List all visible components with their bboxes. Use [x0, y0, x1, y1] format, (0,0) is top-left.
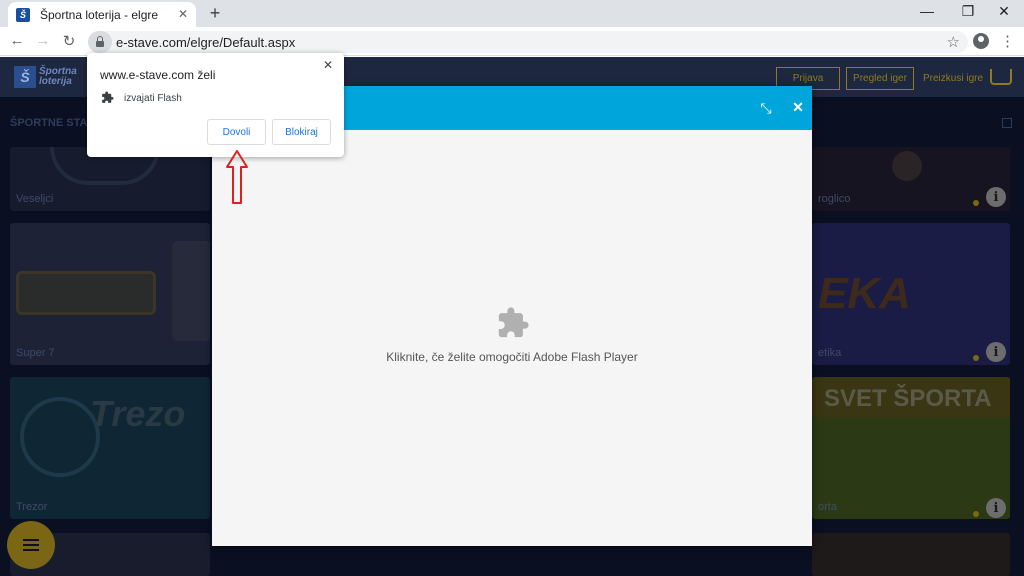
- tile-art: [172, 241, 210, 341]
- site-favicon-icon: Š: [16, 7, 30, 22]
- browser-tab[interactable]: Š Športna loterija - elgre ✕: [8, 2, 196, 27]
- header-games-button[interactable]: Pregled iger: [846, 67, 914, 90]
- flash-enable-message[interactable]: Kliknite, če želite omogočiti Adobe Flas…: [212, 350, 812, 364]
- game-name: etika: [818, 347, 842, 359]
- tile-art: SVET ŠPORTA: [824, 385, 992, 412]
- game-name: Veseljci: [16, 193, 54, 205]
- logo-line: loterija: [39, 76, 72, 87]
- status-dot: [973, 355, 979, 361]
- allow-button[interactable]: Dovoli: [207, 119, 266, 145]
- url-text: e-stave.com/elgre/Default.aspx: [116, 34, 296, 50]
- flash-permission-popup: www.e-stave.com želi ✕ izvajati Flash Do…: [87, 53, 344, 157]
- info-icon[interactable]: i: [986, 498, 1006, 518]
- tile-art: [20, 397, 100, 477]
- window-close-button[interactable]: ✕: [994, 3, 1014, 20]
- bookmark-star-icon[interactable]: ☆: [947, 33, 960, 51]
- forward-button[interactable]: →: [34, 32, 52, 49]
- restore-button[interactable]: ❐: [958, 3, 978, 20]
- game-tile[interactable]: EKA etika: [812, 223, 1010, 365]
- browser-menu-icon[interactable]: ⋮: [1000, 32, 1015, 50]
- account-icon[interactable]: [973, 33, 989, 49]
- tile-art: [16, 271, 156, 315]
- game-name: orta: [818, 501, 837, 513]
- site-logo[interactable]: Š Športna loterija: [14, 65, 84, 89]
- game-name: Trezor: [16, 501, 48, 513]
- modal-close-icon[interactable]: ✕: [790, 99, 806, 115]
- tile-art: EKA: [818, 269, 911, 318]
- game-name: roglico: [818, 193, 851, 205]
- info-icon[interactable]: i: [986, 342, 1006, 362]
- tab-close-icon[interactable]: ✕: [176, 7, 190, 21]
- fullscreen-icon[interactable]: [1002, 118, 1012, 128]
- game-tile[interactable]: SVET ŠPORTA orta: [812, 377, 1010, 519]
- status-dot: [973, 200, 979, 206]
- header-link[interactable]: Preizkusi igre: [923, 73, 983, 84]
- popup-close-icon[interactable]: ✕: [323, 58, 333, 72]
- tab-title: Športna loterija - elgre: [40, 7, 159, 22]
- basket-icon[interactable]: [990, 69, 1012, 85]
- status-dot: [973, 511, 979, 517]
- lock-icon: [96, 36, 104, 47]
- tab-strip: Š Športna loterija - elgre ✕ + — ❐ ✕: [0, 0, 1024, 27]
- collapse-icon[interactable]: ⤡: [758, 100, 774, 116]
- popup-title: www.e-stave.com želi: [100, 68, 216, 82]
- info-icon[interactable]: i: [986, 187, 1006, 207]
- minimize-button[interactable]: —: [917, 3, 937, 19]
- logo-text: Športna loterija: [39, 67, 77, 87]
- block-button[interactable]: Blokiraj: [272, 119, 331, 145]
- site-info-button[interactable]: [88, 31, 112, 53]
- reload-button[interactable]: ↻: [60, 32, 78, 50]
- back-button[interactable]: ←: [8, 32, 26, 49]
- game-tile[interactable]: [812, 533, 1010, 576]
- permission-item: izvajati Flash: [124, 93, 182, 104]
- tile-art: [892, 151, 922, 181]
- plugin-puzzle-icon[interactable]: [496, 306, 530, 340]
- tile-art: Trezo: [90, 393, 186, 434]
- game-tile[interactable]: Trezo Trezor: [10, 377, 210, 519]
- floating-menu-button[interactable]: [7, 521, 55, 569]
- hamburger-icon: [23, 544, 39, 546]
- game-tile[interactable]: Super 7: [10, 223, 210, 365]
- new-tab-button[interactable]: +: [206, 3, 224, 24]
- logo-mark-icon: Š: [14, 66, 36, 88]
- browser-toolbar: ← → ↻ e-stave.com/elgre/Default.aspx ☆ ⋮: [0, 27, 1024, 56]
- address-bar[interactable]: e-stave.com/elgre/Default.aspx ☆: [88, 31, 968, 53]
- plugin-puzzle-icon: [102, 91, 114, 103]
- annotation-arrow-icon: [226, 150, 248, 204]
- game-name: Super 7: [16, 347, 55, 359]
- game-tile[interactable]: roglico: [812, 147, 1010, 211]
